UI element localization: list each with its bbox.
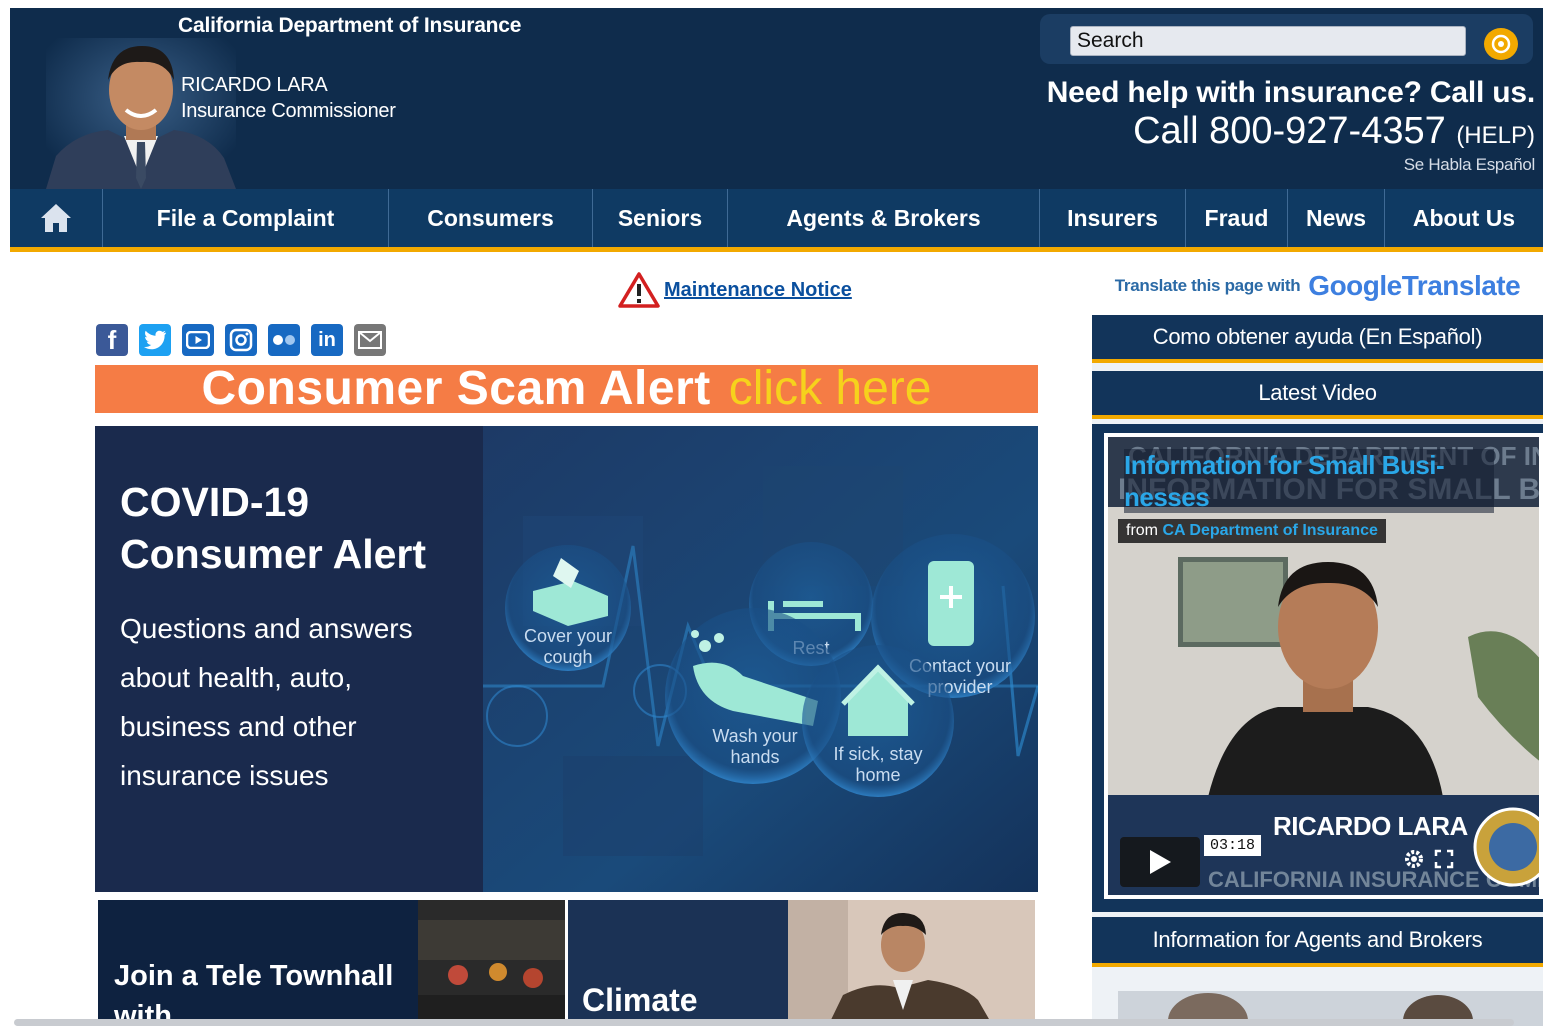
search-input[interactable] <box>1070 26 1466 56</box>
svg-text:cough: cough <box>543 647 592 667</box>
tele-townhall-tile[interactable]: Join a Tele Townhall with <box>98 900 565 1026</box>
horizontal-scrollbar[interactable] <box>14 1019 1514 1026</box>
right-sidebar: Translate this page with GoogleTranslate… <box>1092 257 1543 1026</box>
nav-file-complaint[interactable]: File a Complaint <box>103 189 389 247</box>
nav-consumers[interactable]: Consumers <box>389 189 593 247</box>
warning-icon <box>618 272 660 308</box>
page: California Department of Insurance RICAR… <box>0 0 1543 1026</box>
help-headline: Need help with insurance? Call us. <box>1046 76 1536 109</box>
latest-video-heading: Latest Video <box>1092 371 1543 419</box>
flickr-icon[interactable] <box>268 324 300 356</box>
linkedin-icon[interactable]: in <box>311 324 343 356</box>
video-source-link[interactable]: CA Department of Insurance <box>1162 522 1377 539</box>
spanish-note: Se Habla Español <box>1403 155 1536 174</box>
townhall-photo <box>418 900 565 1026</box>
search-box <box>1040 14 1533 64</box>
climate-tile[interactable]: Climate <box>568 900 1035 1026</box>
video-panel: CALIFORNIA DEPARTMENT OF INSURANCE INFOR… <box>1092 424 1543 912</box>
department-name[interactable]: California Department of Insurance <box>178 14 521 38</box>
google-translate[interactable]: Translate this page with GoogleTranslate <box>1092 257 1543 315</box>
nav-insurers[interactable]: Insurers <box>1040 189 1186 247</box>
climate-title: Climate <box>582 982 698 1018</box>
phone-help-tag: (HELP) <box>1456 122 1535 149</box>
scam-alert-title: Consumer Scam Alert <box>201 365 711 413</box>
nav-about-us[interactable]: About Us <box>1385 189 1543 247</box>
video-player[interactable]: CALIFORNIA DEPARTMENT OF INSURANCE INFOR… <box>1104 433 1543 899</box>
social-links: f in <box>96 324 386 356</box>
covid-illustration: Cover your cough Rest Contact your provi… <box>483 426 1038 892</box>
spanish-help-link[interactable]: Como obtener ayuda (En Español) <box>1092 315 1543 363</box>
play-icon <box>1150 850 1171 874</box>
google-logo: GoogleTranslate <box>1308 270 1520 302</box>
translate-word: Translate <box>1401 270 1521 301</box>
main-nav: File a Complaint Consumers Seniors Agent… <box>10 189 1543 252</box>
search-icon <box>1491 34 1511 54</box>
nav-news[interactable]: News <box>1288 189 1385 247</box>
video-duration: 03:18 <box>1204 835 1262 856</box>
tip-wash-hands: Wash your <box>712 726 797 746</box>
twitter-icon[interactable] <box>139 324 171 356</box>
covid-title: COVID-19 Consumer Alert <box>120 479 427 577</box>
covid-text-panel: COVID-19 Consumer Alert Questions and an… <box>95 426 483 892</box>
covid-alert-promo[interactable]: COVID-19 Consumer Alert Questions and an… <box>95 426 1038 892</box>
nav-home[interactable] <box>10 189 103 247</box>
tele-townhall-title: Join a Tele Townhall with <box>114 960 394 1026</box>
covid-description: Questions and answers about health, auto… <box>120 613 413 791</box>
phone-number[interactable]: Call 800-927-4357 <box>1133 110 1446 152</box>
translate-label: Translate this page with <box>1114 276 1301 295</box>
site-header: California Department of Insurance RICAR… <box>10 8 1543 189</box>
tip-stay-home: If sick, stay <box>833 744 922 764</box>
svg-text:hands: hands <box>730 747 779 767</box>
video-title[interactable]: Information for Small Busi-nesses <box>1124 449 1494 513</box>
scam-alert-click-here[interactable]: click here <box>729 365 932 413</box>
video-source: from CA Department of Insurance <box>1118 519 1386 543</box>
email-icon[interactable] <box>354 324 386 356</box>
facebook-icon[interactable]: f <box>96 324 128 356</box>
climate-photo <box>788 900 1035 1026</box>
maintenance-notice: Maintenance Notice <box>618 272 852 308</box>
scam-alert-banner[interactable]: Consumer Scam Alert click here <box>95 365 1038 413</box>
maintenance-notice-link[interactable]: Maintenance Notice <box>664 279 852 302</box>
nav-agents-brokers[interactable]: Agents & Brokers <box>728 189 1040 247</box>
home-icon <box>41 204 71 232</box>
gear-icon[interactable] <box>1402 847 1426 871</box>
svg-text:home: home <box>855 765 900 785</box>
google-word: Google <box>1308 270 1402 301</box>
video-from-prefix: from <box>1126 522 1158 539</box>
nav-seniors[interactable]: Seniors <box>593 189 728 247</box>
search-button[interactable] <box>1484 28 1518 60</box>
agents-info-heading[interactable]: Information for Agents and Brokers <box>1092 917 1543 967</box>
commissioner-name: RICARDO LARA <box>181 74 328 96</box>
commissioner-title: Insurance Commissioner <box>181 100 396 122</box>
instagram-icon[interactable] <box>225 324 257 356</box>
fullscreen-icon[interactable] <box>1434 849 1454 869</box>
nav-fraud[interactable]: Fraud <box>1186 189 1288 247</box>
video-caption: RICARDO LARA <box>1273 811 1468 841</box>
tip-cover-cough: Cover your <box>524 626 612 646</box>
youtube-icon[interactable] <box>182 324 214 356</box>
play-button[interactable] <box>1120 837 1200 887</box>
help-phone[interactable]: Call 800-927-4357 (HELP) <box>1133 110 1535 153</box>
